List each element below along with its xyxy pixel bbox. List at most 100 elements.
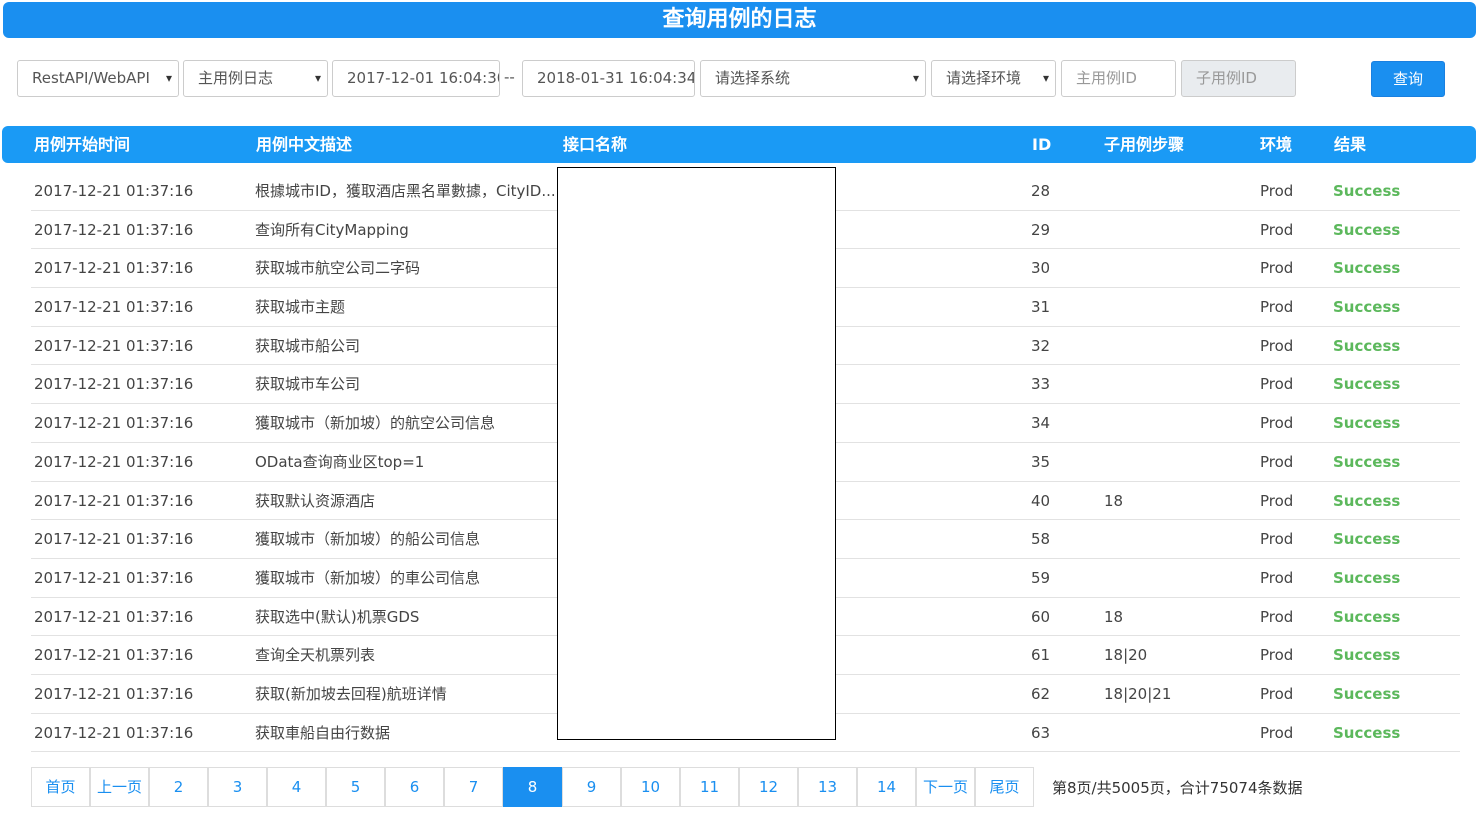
pager-page-7[interactable]: 7 (444, 767, 503, 807)
cell-id: 31 (1031, 298, 1051, 317)
end-time-input[interactable]: 2018-01-31 16:04:34 (522, 60, 695, 97)
filter-bar: RestAPI/WebAPI 主用例日志 2017-12-01 16:04:30… (0, 60, 1480, 98)
cell-result: Success (1333, 452, 1401, 471)
cell-id: 34 (1031, 414, 1051, 433)
pager-page-4[interactable]: 4 (267, 767, 326, 807)
cell-start-time: 2017-12-21 01:37:16 (34, 298, 194, 317)
cell-description: 获取城市车公司 (255, 375, 361, 394)
cell-start-time: 2017-12-21 01:37:16 (34, 568, 194, 587)
cell-result: Success (1333, 220, 1401, 239)
cell-result: Success (1333, 607, 1401, 626)
pager-last[interactable]: 尾页 (975, 767, 1034, 807)
cell-env: Prod (1260, 530, 1294, 549)
pager-page-12[interactable]: 12 (739, 767, 798, 807)
cell-description: 獲取城市（新加坡）的航空公司信息 (255, 414, 496, 433)
cell-sub-steps: 18 (1104, 607, 1124, 626)
cell-description: 获取(新加坡去回程)航班详情 (255, 684, 447, 703)
cell-result: Success (1333, 375, 1401, 394)
cell-description: 查询所有CityMapping (255, 220, 409, 239)
pager-page-8[interactable]: 8 (503, 767, 562, 807)
page-title: 查询用例的日志 (3, 2, 1476, 38)
cell-result: Success (1333, 336, 1401, 355)
cell-env: Prod (1260, 607, 1294, 626)
cell-description: OData查询商业区top=1 (255, 452, 425, 471)
cell-id: 28 (1031, 182, 1051, 200)
cell-start-time: 2017-12-21 01:37:16 (34, 336, 194, 355)
cell-sub-steps: 18|20|21 (1104, 684, 1172, 703)
cell-result: Success (1333, 723, 1401, 742)
cell-result: Success (1333, 259, 1401, 278)
cell-env: Prod (1260, 723, 1294, 742)
pager-next[interactable]: 下一页 (916, 767, 975, 807)
query-button[interactable]: 查询 (1371, 61, 1445, 97)
cell-id: 35 (1031, 452, 1051, 471)
pager-page-11[interactable]: 11 (680, 767, 739, 807)
pager-page-6[interactable]: 6 (385, 767, 444, 807)
cell-result: Success (1333, 684, 1401, 703)
header-start-time: 用例开始时间 (34, 135, 131, 154)
pager-first[interactable]: 首页 (31, 767, 90, 807)
cell-start-time: 2017-12-21 01:37:16 (34, 646, 194, 665)
cell-description: 根據城市ID，獲取酒店黑名單數據，CityID... (255, 182, 555, 200)
cell-start-time: 2017-12-21 01:37:16 (34, 259, 194, 278)
cell-sub-steps: 18 (1104, 491, 1124, 510)
pager-page-13[interactable]: 13 (798, 767, 857, 807)
cell-env: Prod (1260, 414, 1294, 433)
cell-env: Prod (1260, 491, 1294, 510)
cell-id: 33 (1031, 375, 1051, 394)
cell-description: 获取車船自由行数据 (255, 723, 391, 742)
cell-start-time: 2017-12-21 01:37:16 (34, 375, 194, 394)
cell-description: 获取城市航空公司二字码 (255, 259, 421, 278)
cell-env: Prod (1260, 220, 1294, 239)
header-api-name: 接口名称 (563, 135, 628, 154)
cell-description: 获取城市主题 (255, 298, 346, 317)
system-select[interactable]: 请选择系统 (700, 60, 926, 97)
log-type-select[interactable]: 主用例日志 (183, 60, 328, 97)
cell-result: Success (1333, 568, 1401, 587)
cell-env: Prod (1260, 182, 1294, 200)
cell-start-time: 2017-12-21 01:37:16 (34, 491, 194, 510)
sub-case-id-input[interactable]: 子用例ID (1181, 60, 1296, 97)
cell-result: Success (1333, 491, 1401, 510)
cell-result: Success (1333, 646, 1401, 665)
redaction-box (557, 167, 836, 740)
cell-description: 獲取城市（新加坡）的船公司信息 (255, 530, 481, 549)
cell-env: Prod (1260, 259, 1294, 278)
table-header: 用例开始时间 用例中文描述 接口名称 ID 子用例步骤 环境 结果 (2, 126, 1476, 163)
env-select[interactable]: 请选择环境 (931, 60, 1056, 97)
cell-id: 60 (1031, 607, 1051, 626)
pager-page-14[interactable]: 14 (857, 767, 916, 807)
cell-env: Prod (1260, 375, 1294, 394)
cell-description: 获取选中(默认)机票GDS (255, 607, 420, 626)
main-case-id-input[interactable]: 主用例ID (1061, 60, 1176, 97)
cell-start-time: 2017-12-21 01:37:16 (34, 723, 194, 742)
cell-id: 62 (1031, 684, 1051, 703)
header-description: 用例中文描述 (256, 135, 353, 154)
cell-result: Success (1333, 298, 1401, 317)
cell-env: Prod (1260, 336, 1294, 355)
start-time-input[interactable]: 2017-12-01 16:04:30 (332, 60, 500, 97)
cell-start-time: 2017-12-21 01:37:16 (34, 182, 194, 200)
date-range-separator: -- (504, 68, 515, 86)
api-type-select[interactable]: RestAPI/WebAPI (17, 60, 179, 97)
cell-start-time: 2017-12-21 01:37:16 (34, 220, 194, 239)
cell-id: 59 (1031, 568, 1051, 587)
pager-page-5[interactable]: 5 (326, 767, 385, 807)
cell-description: 获取城市船公司 (255, 336, 361, 355)
cell-id: 58 (1031, 530, 1051, 549)
cell-id: 61 (1031, 646, 1051, 665)
pager-page-10[interactable]: 10 (621, 767, 680, 807)
cell-start-time: 2017-12-21 01:37:16 (34, 414, 194, 433)
pagination-info: 第8页/共5005页，合计75074条数据 (1052, 779, 1303, 797)
cell-sub-steps: 18|20 (1104, 646, 1148, 665)
cell-start-time: 2017-12-21 01:37:16 (34, 530, 194, 549)
cell-env: Prod (1260, 684, 1294, 703)
cell-result: Success (1333, 182, 1401, 200)
pager-page-9[interactable]: 9 (562, 767, 621, 807)
pager-page-3[interactable]: 3 (208, 767, 267, 807)
pager-prev[interactable]: 上一页 (90, 767, 149, 807)
cell-id: 63 (1031, 723, 1051, 742)
cell-result: Success (1333, 530, 1401, 549)
pager-page-2[interactable]: 2 (149, 767, 208, 807)
cell-description: 獲取城市（新加坡）的車公司信息 (255, 568, 481, 587)
